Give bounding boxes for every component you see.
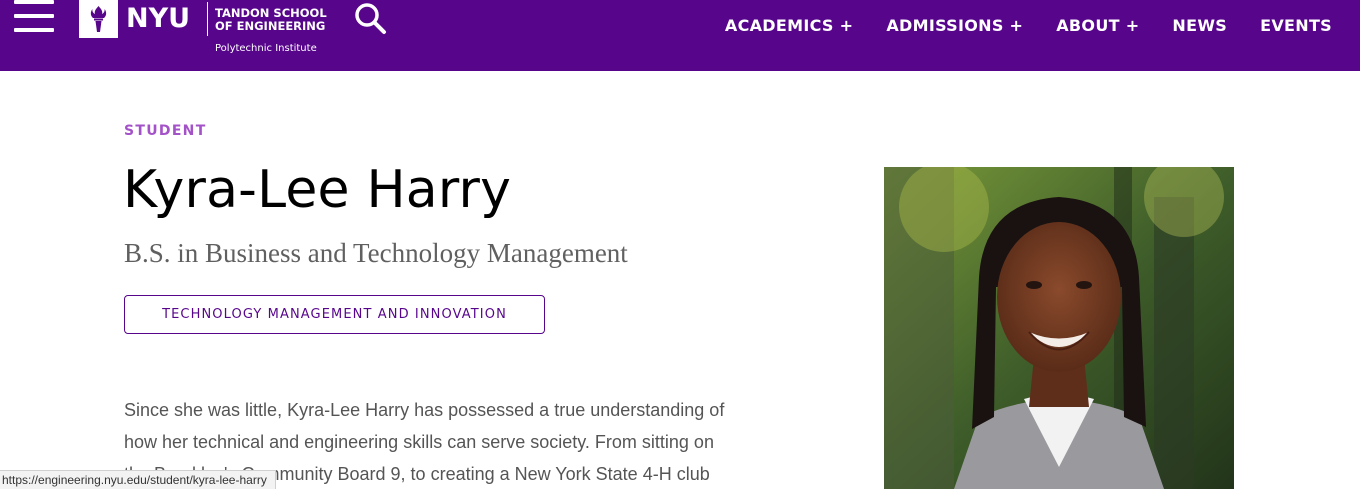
logo-wordmark: NYU [126, 3, 191, 34]
nav-news[interactable]: NEWS [1172, 16, 1227, 35]
profile-photo [884, 167, 1234, 489]
menu-icon[interactable] [14, 0, 54, 34]
search-icon[interactable] [353, 1, 387, 35]
logo-subtitle: Polytechnic Institute [215, 43, 317, 54]
page-title: Kyra-Lee Harry [123, 160, 512, 220]
bio-line: Since she was little, Kyra-Lee Harry has… [124, 400, 725, 420]
nav-events[interactable]: EVENTS [1260, 16, 1332, 35]
logo-school-name: TANDON SCHOOL OF ENGINEERING [215, 7, 355, 33]
site-header: NYU TANDON SCHOOL OF ENGINEERING Polytec… [0, 0, 1360, 71]
degree-subtitle: B.S. in Business and Technology Manageme… [124, 238, 628, 268]
nav-about[interactable]: ABOUT + [1056, 16, 1139, 35]
main-nav: ACADEMICS + ADMISSIONS + ABOUT + NEWS EV… [692, 16, 1332, 35]
nyu-torch-icon [79, 0, 118, 38]
bio-line: how her technical and engineering skills… [124, 432, 714, 452]
browser-status-url: https://engineering.nyu.edu/student/kyra… [0, 470, 276, 489]
logo-school-line2: OF ENGINEERING [215, 19, 326, 33]
nav-academics[interactable]: ACADEMICS + [725, 16, 853, 35]
nav-admissions[interactable]: ADMISSIONS + [886, 16, 1023, 35]
logo-divider [207, 2, 208, 36]
department-tag-link[interactable]: TECHNOLOGY MANAGEMENT AND INNOVATION [124, 295, 545, 334]
profile-type-label: STUDENT [124, 123, 207, 139]
